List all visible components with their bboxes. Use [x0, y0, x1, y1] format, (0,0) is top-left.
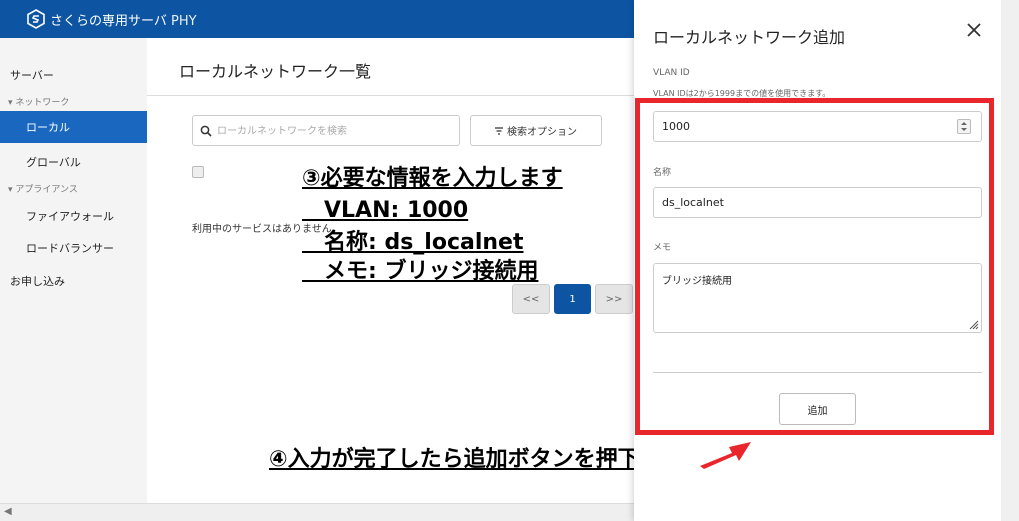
pager-page-1-button[interactable]: 1: [554, 284, 591, 314]
sidebar-group-appliance[interactable]: ▾ アプライアンス: [8, 182, 78, 195]
memo-textarea[interactable]: ブリッジ接続用: [653, 263, 982, 333]
resize-handle-icon[interactable]: [967, 318, 979, 330]
brand-name[interactable]: さくらの専用サーバ PHY: [50, 10, 197, 29]
drawer-title: ローカルネットワーク追加: [653, 28, 846, 47]
stepper-arrows-icon: [961, 122, 967, 131]
sidebar-item-apply[interactable]: お申し込み: [10, 273, 65, 289]
brand-suffix: PHY: [171, 14, 197, 29]
sidebar-item-server[interactable]: サーバー: [10, 67, 54, 83]
vertical-scrollbar[interactable]: [1001, 0, 1019, 521]
page-title: ローカルネットワーク一覧: [179, 62, 372, 81]
vlan-id-input[interactable]: [653, 111, 982, 142]
memo-label: メモ: [653, 243, 672, 253]
search-input[interactable]: [217, 122, 453, 140]
name-input[interactable]: [653, 187, 982, 218]
scroll-left-icon[interactable]: ◀: [4, 506, 12, 517]
sidebar-group-network[interactable]: ▾ ネットワーク: [8, 95, 69, 108]
sakura-logo-icon[interactable]: [26, 9, 46, 29]
select-all-checkbox[interactable]: [192, 166, 204, 178]
sidebar-item-local-label: ローカル: [26, 121, 70, 134]
annotation-step3-line4: メモ: ブリッジ接続用: [302, 259, 539, 284]
title-divider: [147, 95, 634, 96]
drawer-divider: [653, 372, 982, 373]
horizontal-scrollbar[interactable]: [0, 503, 634, 521]
vlan-id-hint: VLAN IDは2から1999までの値を使用できます。: [653, 89, 831, 98]
sidebar-item-global[interactable]: グローバル: [26, 154, 81, 170]
search-box[interactable]: [192, 115, 460, 146]
search-icon: [200, 125, 212, 137]
annotation-step3-line1: ③必要な情報を入力します: [302, 166, 563, 191]
sidebar: サーバー ▾ ネットワーク ローカル グローバル ▾ アプライアンス ファイアウ…: [0, 38, 147, 521]
sidebar-item-local[interactable]: ローカル: [0, 111, 147, 143]
add-button[interactable]: 追加: [779, 393, 856, 425]
sidebar-item-firewall[interactable]: ファイアウォール: [26, 208, 114, 224]
brand-text: さくらの専用サーバ: [50, 14, 167, 29]
search-options-label: 検索オプション: [507, 127, 577, 138]
annotation-step3-line2: VLAN: 1000: [302, 198, 469, 223]
name-label: 名称: [653, 168, 672, 178]
pager-prev-button[interactable]: <<: [512, 284, 550, 314]
vlan-stepper[interactable]: [957, 119, 971, 134]
filter-icon: [495, 126, 503, 135]
annotation-step3-line3: 名称: ds_localnet: [302, 230, 524, 255]
annotation-step4: ④入力が完了したら追加ボタンを押下: [269, 447, 640, 472]
vlan-id-label: VLAN ID: [653, 68, 690, 78]
add-local-network-drawer: ローカルネットワーク追加 VLAN ID VLAN IDは2から1999までの値…: [634, 0, 1001, 521]
close-icon[interactable]: [962, 18, 986, 42]
search-options-button[interactable]: 検索オプション: [470, 115, 602, 146]
arrow-icon: [700, 442, 751, 469]
pager-next-button[interactable]: >>: [595, 284, 633, 314]
sidebar-item-load-balancer[interactable]: ロードバランサー: [26, 240, 114, 256]
